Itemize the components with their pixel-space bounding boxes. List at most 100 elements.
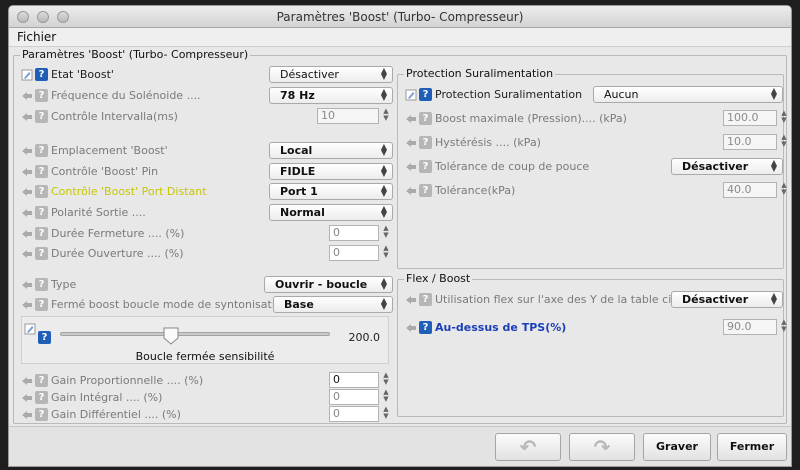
spinner-arrows-icon[interactable]: ▲ ▼ [380, 406, 392, 422]
gain-prop-spinner[interactable]: 0 ▲ ▼ [329, 372, 389, 388]
row-protection: ? Protection Suralimentation Aucun ▲ ▼ [405, 86, 783, 104]
help-icon: ? [35, 391, 48, 404]
sensitivity-value: 200.0 [348, 331, 381, 344]
disabled-edit-icon [406, 324, 416, 332]
disabled-edit-icon [22, 188, 32, 196]
pencil-icon[interactable] [405, 89, 417, 101]
help-icon: ? [419, 112, 432, 125]
menu-bar: Fichier [9, 28, 791, 47]
flex-boost-group-title: Flex / Boost [404, 272, 473, 285]
disabled-edit-icon [22, 250, 32, 258]
help-icon[interactable]: ? [35, 68, 48, 81]
help-icon[interactable]: ? [419, 88, 432, 101]
redo-button[interactable]: ↷ [569, 433, 635, 461]
tolerance-spinner[interactable]: 40.0 ▲ ▼ [723, 182, 787, 198]
frequence-label: Fréquence du Solénoide .... [51, 89, 201, 102]
boost-settings-group-title: Paramètres 'Boost' (Turbo- Compresseur) [20, 48, 251, 61]
boost-max-label: Boost maximale (Pression).... (kPa) [435, 112, 627, 125]
zoom-window-button[interactable] [57, 11, 69, 23]
spinner-arrows-icon[interactable]: ▲ ▼ [380, 245, 392, 261]
spinner-arrows-icon[interactable]: ▲ ▼ [380, 108, 392, 124]
hysteresis-spinner[interactable]: 10.0 ▲ ▼ [723, 134, 787, 150]
select-arrows-icon: ▲ ▼ [770, 158, 777, 173]
select-arrows-icon: ▲ ▼ [770, 86, 777, 101]
row-emplacement: ? Emplacement 'Boost' Local ▲ ▼ [21, 142, 393, 160]
spinner-arrows-icon[interactable]: ▲ ▼ [380, 225, 392, 241]
ferme-mode-select[interactable]: Base ▲ ▼ [273, 296, 393, 313]
tps-spinner[interactable]: 90.0 ▲ ▼ [723, 319, 787, 335]
gain-diff-label: Gain Différentiel .... (%) [51, 408, 181, 421]
spinner-arrows-icon[interactable]: ▲ ▼ [778, 319, 790, 335]
select-arrows-icon: ▲ ▼ [770, 291, 777, 306]
controle-intervalle-spinner[interactable]: 10 ▲ ▼ [317, 108, 389, 124]
utilisation-flex-select[interactable]: Désactiver ▲ ▼ [671, 291, 783, 308]
row-frequence: ? Fréquence du Solénoide .... 78 Hz ▲ ▼ [21, 87, 393, 105]
spinner-arrows-icon[interactable]: ▲ ▼ [380, 372, 392, 388]
etat-boost-select[interactable]: Désactiver ▲ ▼ [269, 66, 393, 83]
gain-diff-spinner[interactable]: 0 ▲ ▼ [329, 406, 389, 422]
help-icon: ? [419, 184, 432, 197]
frequence-select[interactable]: 78 Hz ▲ ▼ [269, 87, 393, 104]
controle-port-value: Port 1 [280, 185, 318, 198]
fermer-button[interactable]: Fermer [717, 433, 787, 461]
etat-boost-value: Désactiver [280, 68, 339, 81]
controle-pin-label: Contrôle 'Boost' Pin [51, 165, 159, 178]
row-tolerance-coup: ? Tolérance de coup de pouce Désactiver … [405, 158, 783, 176]
protection-select[interactable]: Aucun ▲ ▼ [593, 86, 783, 103]
sensitivity-slider-track[interactable] [60, 332, 330, 336]
gain-int-spinner[interactable]: 0 ▲ ▼ [329, 389, 389, 405]
emplacement-select[interactable]: Local ▲ ▼ [269, 142, 393, 159]
row-controle-pin: ? Contrôle 'Boost' Pin FIDLE ▲ ▼ [21, 163, 393, 181]
boost-max-value: 100.0 [727, 111, 759, 124]
tolerance-coup-value: Désactiver [682, 160, 749, 173]
duree-ouverture-spinner[interactable]: 0 ▲ ▼ [329, 245, 389, 261]
help-icon[interactable]: ? [38, 331, 51, 344]
duree-fermeture-spinner[interactable]: 0 ▲ ▼ [329, 225, 389, 241]
select-arrows-icon: ▲ ▼ [380, 296, 387, 311]
controle-port-select[interactable]: Port 1 ▲ ▼ [269, 183, 393, 200]
disabled-edit-icon [22, 377, 32, 385]
graver-button[interactable]: Graver [643, 433, 711, 461]
row-utilisation-flex: ? Utilisation flex sur l'axe des Y de la… [405, 291, 783, 309]
row-hysteresis: ? Hystérésis .... (kPa) 10.0 ▲ ▼ [405, 134, 787, 152]
spinner-arrows-icon[interactable]: ▲ ▼ [778, 182, 790, 198]
help-icon[interactable]: ? [419, 321, 432, 334]
utilisation-flex-value: Désactiver [682, 293, 749, 306]
close-window-button[interactable] [17, 11, 29, 23]
row-tolerance: ? Tolérance(kPa) 40.0 ▲ ▼ [405, 182, 787, 200]
tps-label[interactable]: Au-dessus de TPS(%) [435, 321, 566, 334]
disabled-edit-icon [22, 394, 32, 402]
disabled-edit-icon [22, 168, 32, 176]
menu-file[interactable]: Fichier [17, 30, 56, 44]
undo-arrow-icon: ↶ [519, 435, 537, 459]
boost-max-spinner[interactable]: 100.0 ▲ ▼ [723, 110, 787, 126]
hysteresis-value: 10.0 [727, 135, 752, 148]
utilisation-flex-label: Utilisation flex sur l'axe des Y de la t… [435, 293, 689, 306]
minimize-window-button[interactable] [37, 11, 49, 23]
sensitivity-slider-thumb[interactable] [163, 327, 179, 345]
spinner-arrows-icon[interactable]: ▲ ▼ [778, 110, 790, 126]
select-arrows-icon: ▲ ▼ [380, 183, 387, 198]
duree-ouverture-value: 0 [333, 246, 340, 259]
protection-group-title: Protection Suralimentation [404, 67, 556, 80]
gain-prop-label: Gain Proportionnelle .... (%) [51, 374, 204, 387]
pencil-icon[interactable] [24, 323, 36, 335]
undo-button[interactable]: ↶ [495, 433, 561, 461]
type-value: Ouvrir - boucle [275, 278, 368, 291]
gain-prop-value: 0 [333, 373, 340, 386]
tolerance-coup-select[interactable]: Désactiver ▲ ▼ [671, 158, 783, 175]
controle-pin-select[interactable]: FIDLE ▲ ▼ [269, 163, 393, 180]
disabled-edit-icon [22, 92, 32, 100]
select-arrows-icon: ▲ ▼ [380, 204, 387, 219]
pencil-icon[interactable] [21, 69, 33, 81]
disabled-edit-icon [406, 187, 416, 195]
select-arrows-icon: ▲ ▼ [380, 142, 387, 157]
disabled-edit-icon [22, 411, 32, 419]
spinner-arrows-icon[interactable]: ▲ ▼ [380, 389, 392, 405]
polarite-select[interactable]: Normal ▲ ▼ [269, 204, 393, 221]
spinner-arrows-icon[interactable]: ▲ ▼ [778, 134, 790, 150]
controle-port-label: Contrôle 'Boost' Port Distant [51, 185, 207, 198]
type-select[interactable]: Ouvrir - boucle ▲ ▼ [264, 276, 393, 293]
duree-fermeture-label: Durée Fermeture .... (%) [51, 227, 185, 240]
help-icon: ? [35, 89, 48, 102]
